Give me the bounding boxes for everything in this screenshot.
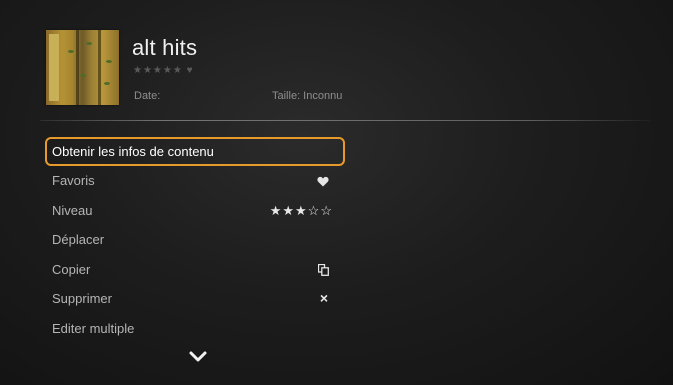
menu-item-label: Obtenir les infos de contenu <box>52 144 214 159</box>
menu-item-label: Editer multiple <box>52 320 135 336</box>
menu-item-delete[interactable]: Supprimer × <box>45 284 345 314</box>
chevron-down-icon[interactable] <box>188 350 208 364</box>
x-icon: × <box>319 290 328 306</box>
menu-item-move[interactable]: Déplacer <box>45 225 345 255</box>
menu-item-label: Supprimer <box>52 291 112 306</box>
header-rating-icons: ★★★★★ ♥ <box>133 65 194 76</box>
menu-item-get-content-info[interactable]: Obtenir les infos de contenu <box>45 137 345 166</box>
album-title: alt hits <box>132 35 198 60</box>
date-label: Date: <box>134 90 161 102</box>
menu-item-label: Copier <box>52 261 91 277</box>
menu-item-multi-edit[interactable]: Editer multiple <box>45 314 345 344</box>
thumbnail-spine-text: alt-hits <box>46 79 48 99</box>
size-label: Taille: Inconnu <box>272 90 343 102</box>
menu-item-label: Déplacer <box>52 232 105 247</box>
menu-item-label: Niveau <box>52 202 93 218</box>
menu-item-label: Favoris <box>52 173 95 188</box>
album-thumbnail: alt-hits <box>46 30 119 105</box>
menu-item-rating[interactable]: Niveau ★★★☆☆ <box>45 196 345 226</box>
screen: alt-hits alt hits ★★★★★ ♥ Date: Taille: … <box>0 0 673 385</box>
header-divider <box>40 120 650 121</box>
menu-item-favorites[interactable]: Favoris <box>45 166 345 196</box>
options-menu: Obtenir les infos de contenu Favoris Niv… <box>45 137 345 343</box>
heart-icon <box>245 166 345 196</box>
copy-icon <box>245 255 345 285</box>
menu-item-copy[interactable]: Copier <box>45 255 345 285</box>
rating-stars: ★★★☆☆ <box>269 202 333 218</box>
